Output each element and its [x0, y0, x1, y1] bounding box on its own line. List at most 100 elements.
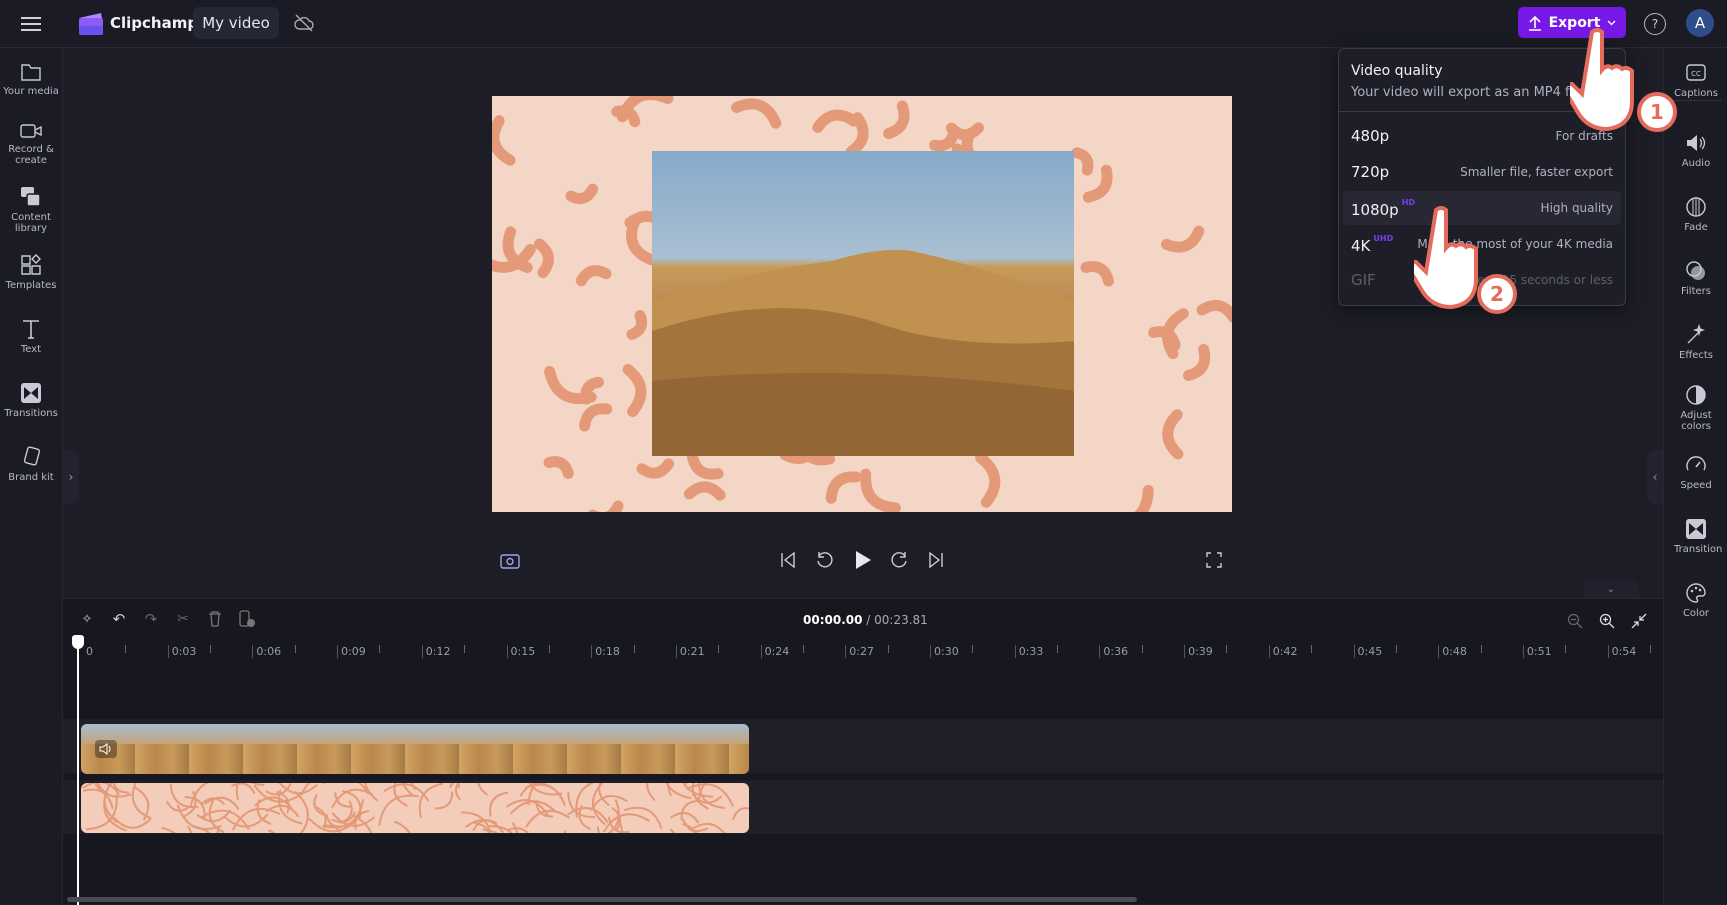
timeline-panel: ✧ ↶ ↷ ✂ 00:00.00 / 00:23.81 0 0:03 0:06 0:0… — [63, 598, 1663, 905]
sidebar-item-label: Effects — [1679, 350, 1713, 361]
ruler-tick-label: 0:27 — [845, 645, 874, 658]
ruler-tick-label: 0:30 — [930, 645, 959, 658]
sidebar-item-templates[interactable]: Templates — [0, 254, 62, 291]
sidebar-item-adjust-colors[interactable]: Adjust colors — [1664, 384, 1727, 432]
export-option-720p[interactable]: 720p Smaller file, faster export — [1343, 155, 1621, 189]
ruler-minor-tick — [1395, 645, 1397, 653]
sidebar-item-label: Captions — [1674, 88, 1718, 99]
ruler-tick-label: 0:24 — [760, 645, 789, 658]
ruler-minor-tick — [718, 645, 720, 653]
sidebar-item-transitions[interactable]: Transitions — [0, 382, 62, 419]
timeline-horizontal-scrollbar[interactable] — [67, 897, 1137, 902]
sidebar-item-label: Text — [20, 344, 42, 355]
speed-icon — [1686, 456, 1706, 471]
collapse-right-panel-button[interactable]: ‹ — [1647, 450, 1663, 504]
option-name: GIF — [1351, 271, 1376, 289]
sidebar-item-label: Transitions — [4, 408, 58, 419]
templates-icon — [21, 254, 41, 275]
project-title-input[interactable]: My video — [193, 7, 279, 39]
rewind-5-icon[interactable] — [813, 549, 835, 571]
option-name: 720p — [1351, 163, 1390, 181]
top-bar: Clipchamp My video Export ? A — [0, 0, 1727, 48]
chevron-down-icon — [1607, 20, 1616, 25]
camera-sparkle-icon[interactable] — [499, 549, 521, 571]
skip-forward-icon[interactable] — [925, 549, 947, 571]
avatar[interactable]: A — [1686, 9, 1714, 37]
audio-icon — [1687, 135, 1706, 151]
ruler-tick-label: 0:12 — [421, 645, 451, 658]
ruler-minor-tick — [1649, 645, 1651, 653]
cloud-offline-icon[interactable] — [293, 12, 315, 34]
sidebar-item-label: Color — [1682, 608, 1710, 619]
sidebar-item-label: Fade — [1684, 222, 1708, 233]
sidebar-item-content-library[interactable]: Content library — [0, 186, 62, 234]
ruler-tick-label: 0:06 — [252, 645, 281, 658]
ruler-minor-tick — [294, 645, 296, 653]
ruler-minor-tick — [379, 645, 381, 653]
camera-icon — [20, 124, 42, 138]
sidebar-item-text[interactable]: Text — [0, 318, 62, 355]
play-button[interactable] — [851, 547, 875, 573]
ruler-tick-label: 0:15 — [506, 645, 535, 658]
ruler-minor-tick — [972, 645, 974, 653]
ruler-minor-tick — [633, 645, 635, 653]
timeline-ruler[interactable]: 0 0:03 0:06 0:09 0:12 0:15 0:18 0:21 0:24 0:27 0:3… — [63, 599, 1663, 669]
background-pattern-clip[interactable] — [81, 783, 749, 833]
sidebar-item-transition[interactable]: Transition — [1664, 518, 1727, 555]
menu-subtitle: Your video will export as an MP4 file — [1351, 85, 1585, 100]
fullscreen-icon[interactable] — [1203, 549, 1225, 571]
ruler-tick-label: 0:36 — [1099, 645, 1128, 658]
transitions-icon — [21, 383, 41, 403]
step-number-1: 1 — [1650, 100, 1664, 124]
collapse-timeline-button[interactable]: ⌄ — [1583, 580, 1639, 598]
effects-icon — [1687, 324, 1706, 344]
ruler-tick-label: 0:48 — [1438, 645, 1467, 658]
option-name: 480p — [1351, 127, 1390, 145]
sidebar-item-label: Filters — [1681, 286, 1711, 297]
ruler-tick-label: 0:03 — [167, 645, 196, 658]
option-name: 1080p — [1351, 200, 1399, 219]
ruler-minor-tick — [1141, 645, 1143, 653]
playhead[interactable] — [77, 637, 79, 905]
adjust-colors-icon — [1686, 385, 1706, 405]
sidebar-item-your-media[interactable]: Your media — [0, 62, 62, 97]
video-preview-canvas[interactable] — [492, 96, 1232, 512]
ruler-tick-label: 0:21 — [675, 645, 705, 658]
sidebar-item-fade[interactable]: Fade — [1664, 196, 1727, 233]
sidebar-item-label: Templates — [5, 280, 57, 291]
ruler-minor-tick — [1226, 645, 1228, 653]
ruler-tick-label: 0:09 — [337, 645, 366, 658]
option-description: High quality — [1540, 201, 1613, 215]
upload-icon — [1528, 15, 1541, 31]
ruler-minor-tick — [548, 645, 550, 653]
hamburger-menu-icon[interactable] — [18, 13, 44, 35]
sidebar-item-speed[interactable]: Speed — [1664, 454, 1727, 491]
sidebar-item-effects[interactable]: Effects — [1664, 324, 1727, 361]
ruler-tick-label: 0 — [86, 645, 93, 658]
forward-5-icon[interactable] — [889, 549, 911, 571]
skip-back-icon[interactable] — [777, 549, 799, 571]
ruler-tick-label: 0:18 — [591, 645, 620, 658]
ruler-minor-tick — [464, 645, 466, 653]
color-icon — [1686, 583, 1706, 603]
brand-kit-icon — [23, 446, 41, 466]
option-name: 4K — [1351, 236, 1371, 255]
sidebar-item-record-create[interactable]: Record & create — [0, 122, 62, 166]
clip-volume-icon[interactable] — [95, 740, 117, 758]
svg-text:CC: CC — [1691, 70, 1701, 78]
sidebar-item-brand-kit[interactable]: Brand kit — [0, 446, 62, 483]
ruler-tick-label: 0:42 — [1268, 645, 1298, 658]
sidebar-item-label: Speed — [1680, 480, 1712, 491]
ruler-minor-tick — [210, 645, 212, 653]
menu-title: Video quality — [1351, 63, 1443, 79]
quality-badge: UHD — [1373, 233, 1394, 243]
transition-icon — [1686, 519, 1706, 539]
ruler-minor-tick — [1057, 645, 1059, 653]
sidebar-item-filters[interactable]: Filters — [1664, 260, 1727, 297]
playhead-handle[interactable] — [72, 635, 84, 649]
desert-video-clip[interactable] — [81, 724, 749, 774]
filters-icon — [1686, 261, 1705, 280]
expand-left-panel-button[interactable]: › — [63, 450, 79, 504]
sidebar-item-label: Brand kit — [8, 472, 54, 483]
sidebar-item-color[interactable]: Color — [1664, 582, 1727, 619]
